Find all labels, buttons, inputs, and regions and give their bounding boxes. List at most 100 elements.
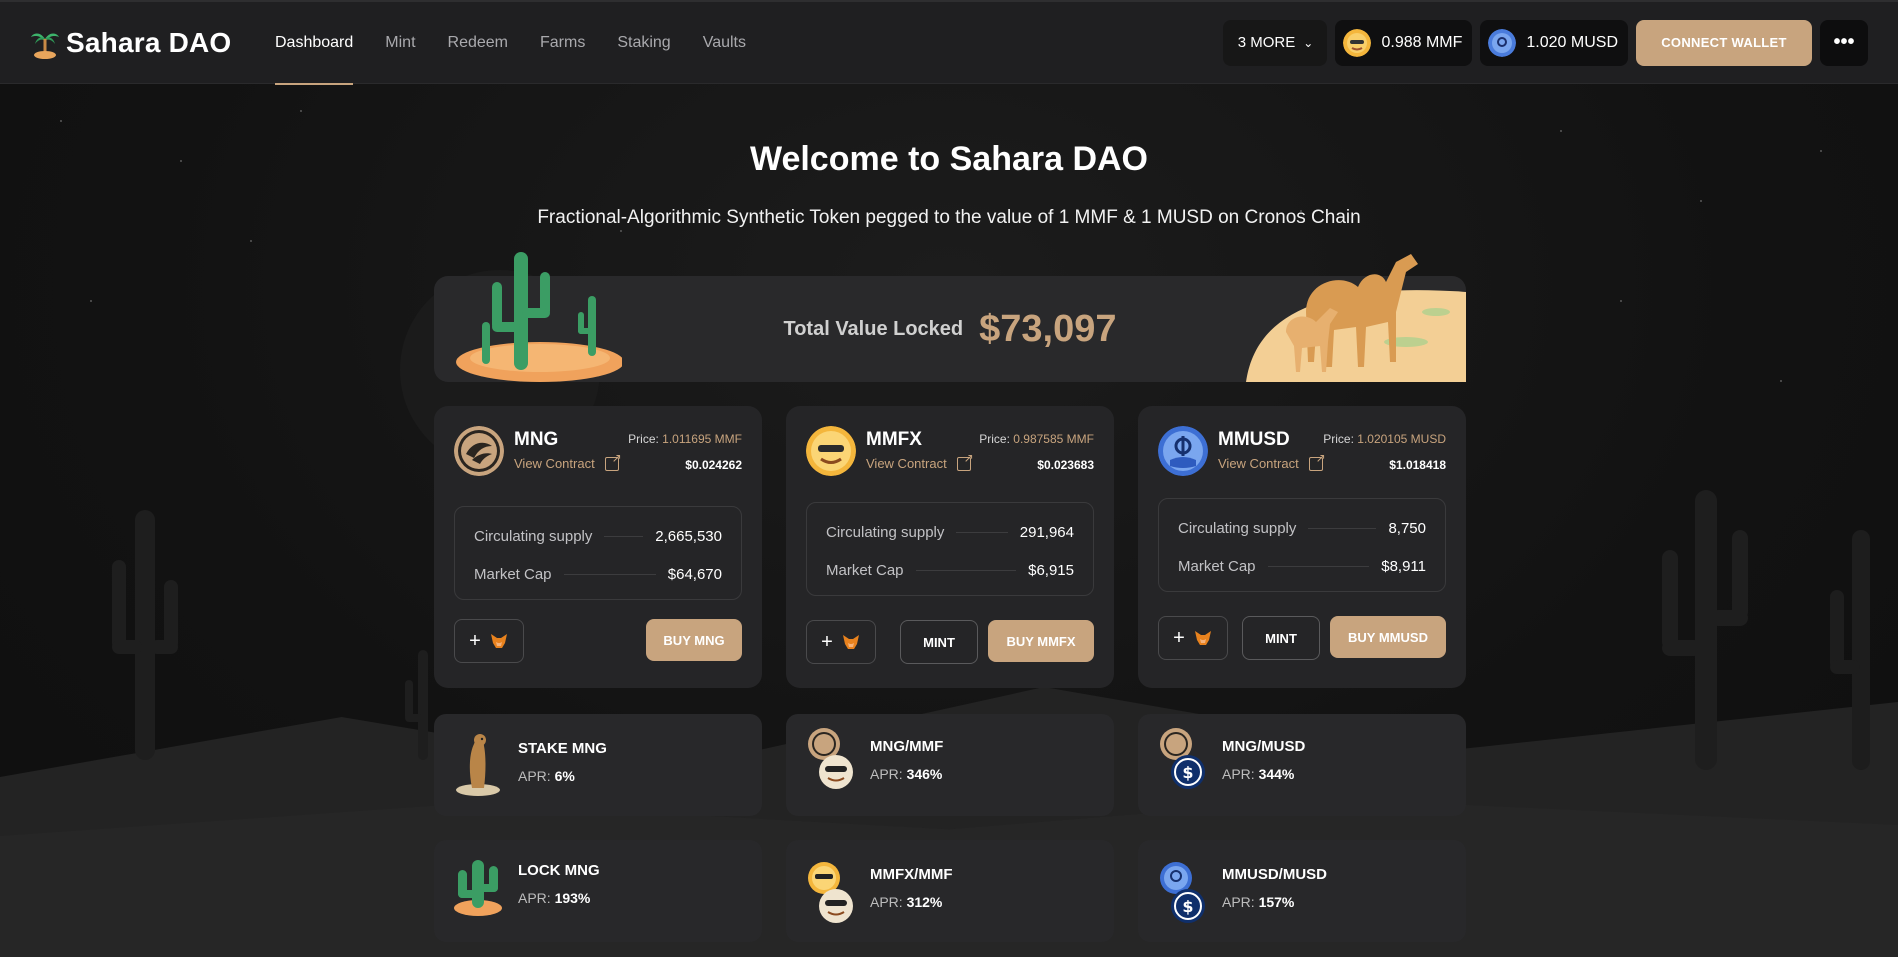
view-contract-label: View Contract [1218, 456, 1299, 471]
farm-title: MMFX/MMF [870, 866, 953, 883]
page-subtitle: Fractional-Algorithmic Synthetic Token p… [537, 207, 1361, 228]
farm-card-lock-mng[interactable]: LOCK MNG APR: 193% [434, 840, 762, 942]
farm-apr: APR: 157% [1222, 894, 1294, 910]
nav-vaults[interactable]: Vaults [703, 1, 746, 85]
mmfx-logo-icon [806, 426, 856, 476]
more-options-icon[interactable]: ••• [1820, 19, 1868, 66]
farm-apr: APR: 344% [1222, 766, 1294, 782]
cactus-silhouette-far-right [1830, 530, 1870, 770]
buy-mmusd-button[interactable]: BUY MMUSD [1330, 616, 1446, 658]
farm-card-mng-musd[interactable]: $ MNG/MUSD APR: 344% [1138, 714, 1466, 816]
token-name: MMFX [866, 429, 922, 450]
musd-coin-icon [1488, 28, 1517, 57]
farm-card-mmusd-musd[interactable]: $ MMUSD/MUSD APR: 157% [1138, 840, 1466, 942]
cactus-illustration-icon [456, 252, 622, 382]
musd-price: 1.020 MUSD [1526, 33, 1618, 51]
farm-apr: APR: 6% [518, 768, 575, 784]
price-label: Price: [628, 432, 663, 446]
apr-label: APR: [870, 894, 907, 910]
page-title: Welcome to Sahara DAO [749, 140, 1149, 178]
mint-mmusd-button[interactable]: MINT [1242, 616, 1320, 660]
cactus-lock-icon [454, 860, 502, 916]
price-label: Price: [1323, 432, 1358, 446]
supply-value: 291,964 [1019, 523, 1074, 541]
metamask-fox-icon [842, 635, 859, 649]
circulating-supply-row: Circulating supply 8,750 [1178, 517, 1426, 539]
buy-mng-button[interactable]: BUY MNG [646, 619, 742, 661]
external-link-icon [1308, 451, 1326, 471]
circulating-supply-row: Circulating supply 2,665,530 [474, 525, 722, 547]
token-price: Price: 0.987585 MMF [979, 432, 1094, 446]
plus-icon: + [821, 630, 833, 653]
mcap-value: $8,911 [1381, 557, 1426, 575]
token-header: MMFX View Contract Price: 0.987585 MMF $… [806, 426, 1094, 478]
token-name: MNG [514, 429, 559, 450]
farm-apr: APR: 346% [870, 766, 942, 782]
mcap-label: Market Cap [1178, 557, 1256, 575]
add-to-metamask-button[interactable]: + [1158, 616, 1228, 660]
market-cap-row: Market Cap $64,670 [474, 563, 722, 585]
view-contract-link[interactable]: View Contract [866, 451, 974, 472]
view-contract-label: View Contract [514, 456, 595, 471]
apr-label: APR: [870, 766, 907, 782]
token-stats: Circulating supply 8,750 Market Cap $8,9… [1158, 498, 1446, 592]
token-card-mmfx: MMFX View Contract Price: 0.987585 MMF $… [786, 406, 1114, 688]
camel-illustration-icon [1246, 254, 1466, 382]
apr-label: APR: [518, 768, 555, 784]
farm-card-mmfx-mmf[interactable]: MMFX/MMF APR: 312% [786, 840, 1114, 942]
nav-farms[interactable]: Farms [540, 1, 585, 85]
apr-value: 344% [1258, 766, 1295, 782]
farm-title: MNG/MMF [870, 738, 944, 755]
view-contract-link[interactable]: View Contract [514, 451, 622, 472]
view-contract-link[interactable]: View Contract [1218, 451, 1326, 472]
nav-mint[interactable]: Mint [385, 1, 415, 85]
apr-label: APR: [518, 890, 555, 906]
price-value: 0.987585 MMF [1013, 432, 1094, 446]
token-actions: + BUY MNG [454, 619, 742, 663]
mint-mmfx-button[interactable]: MINT [900, 620, 978, 664]
mcap-label: Market Cap [474, 565, 552, 583]
nav-staking[interactable]: Staking [617, 1, 670, 85]
token-stats: Circulating supply 2,665,530 Market Cap … [454, 506, 742, 600]
plus-icon: + [1173, 626, 1185, 649]
farm-card-stake-mng[interactable]: STAKE MNG APR: 6% [434, 714, 762, 816]
token-name: MMUSD [1218, 429, 1290, 450]
mmf-price: 0.988 MMF [1381, 33, 1463, 51]
musd-price-pill[interactable]: 1.020 MUSD [1480, 19, 1628, 66]
token-actions: + MINT BUY MMFX [806, 620, 1094, 664]
farm-card-mng-mmf[interactable]: MNG/MMF APR: 346% [786, 714, 1114, 816]
supply-label: Circulating supply [1178, 519, 1297, 537]
metamask-fox-icon [490, 634, 507, 648]
more-label: 3 MORE [1237, 34, 1296, 51]
add-to-metamask-button[interactable]: + [806, 620, 876, 664]
apr-value: 346% [906, 766, 943, 782]
farm-title: STAKE MNG [518, 740, 607, 757]
top-navbar: Sahara DAO Dashboard Mint Redeem Farms S… [0, 0, 1898, 85]
token-usd-price: $1.018418 [1389, 458, 1446, 472]
price-value: 1.020105 MUSD [1357, 432, 1446, 446]
brand[interactable]: Sahara DAO [30, 27, 275, 59]
apr-label: APR: [1222, 894, 1259, 910]
external-link-icon [956, 451, 974, 471]
nav-dashboard[interactable]: Dashboard [275, 1, 354, 85]
mmf-coin-icon [1343, 28, 1372, 57]
buy-mmfx-button[interactable]: BUY MMFX [988, 620, 1094, 662]
mcap-value: $6,915 [1028, 561, 1074, 579]
add-to-metamask-button[interactable]: + [454, 619, 524, 663]
supply-label: Circulating supply [474, 527, 593, 545]
nav-redeem[interactable]: Redeem [448, 1, 508, 85]
mmfx-mmf-pair-icon [808, 862, 853, 923]
mmf-price-pill[interactable]: 0.988 MMF [1335, 19, 1473, 66]
mcap-value: $64,670 [667, 565, 722, 583]
token-card-mng: MNG View Contract Price: 1.011695 MMF $0… [434, 406, 762, 688]
palm-tree-icon [31, 33, 59, 59]
metamask-fox-icon [1194, 631, 1211, 645]
more-dropdown[interactable]: 3 MORE ⌄ [1223, 19, 1328, 66]
apr-value: 312% [906, 894, 943, 910]
token-usd-price: $0.024262 [685, 458, 742, 472]
apr-value: 6% [554, 768, 575, 784]
circulating-supply-row: Circulating supply 291,964 [826, 521, 1074, 543]
chevron-down-icon: ⌄ [1303, 35, 1314, 50]
connect-wallet-button[interactable]: CONNECT WALLET [1636, 19, 1812, 66]
svg-text:$: $ [1182, 897, 1193, 916]
